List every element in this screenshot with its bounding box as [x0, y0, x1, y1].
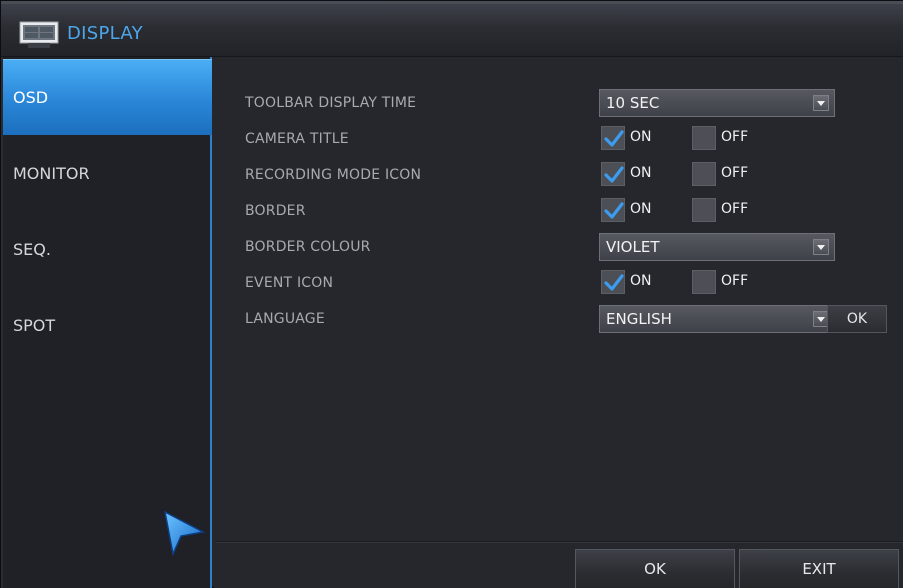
- dropdown-value: ENGLISH: [606, 310, 672, 328]
- sidebar-item-label: SEQ.: [13, 239, 51, 259]
- language-label: LANGUAGE: [245, 311, 325, 327]
- recording-mode-icon-off-checkbox[interactable]: [692, 162, 716, 186]
- event-icon-off-checkbox[interactable]: [692, 270, 716, 294]
- footer-divider: [216, 541, 903, 543]
- camera-title-on-label: ON: [630, 129, 652, 145]
- settings-panel: TOOLBAR DISPLAY TIME 10 SEC CAMERA TITLE…: [214, 57, 903, 588]
- checkmark-icon: [604, 202, 624, 219]
- sidebar-item-label: OSD: [13, 88, 49, 107]
- border-colour-select[interactable]: VIOLET: [599, 233, 835, 261]
- border-colour-row: BORDER COLOUR VIOLET: [214, 231, 903, 267]
- event-icon-on-label: ON: [630, 273, 652, 289]
- border-label: BORDER: [245, 203, 306, 219]
- event-icon-label: EVENT ICON: [245, 275, 334, 291]
- recording-mode-icon-on-checkbox[interactable]: [601, 162, 625, 186]
- title-bar: DISPLAY: [1, 1, 903, 57]
- language-select[interactable]: ENGLISH: [599, 305, 835, 333]
- event-icon-row: EVENT ICON ON OFF: [214, 267, 903, 303]
- recording-mode-icon-row: RECORDING MODE ICON ON OFF: [214, 159, 903, 195]
- toolbar-display-time-select[interactable]: 10 SEC: [599, 89, 835, 117]
- sidebar-item-label: SPOT: [13, 315, 56, 335]
- chevron-down-icon[interactable]: [813, 95, 829, 111]
- language-ok-button[interactable]: OK: [827, 305, 887, 333]
- camera-title-label: CAMERA TITLE: [245, 131, 349, 147]
- exit-button[interactable]: EXIT: [739, 549, 899, 588]
- event-icon-off-label: OFF: [721, 273, 749, 289]
- sidebar: OSD MONITOR SEQ. SPOT: [1, 57, 212, 588]
- display-settings-window: DISPLAY OSD MONITOR SEQ. SPOT TOOLBAR DI…: [0, 0, 903, 588]
- toolbar-display-time-label: TOOLBAR DISPLAY TIME: [245, 95, 417, 111]
- border-off-label: OFF: [721, 201, 749, 217]
- event-icon-on-checkbox[interactable]: [601, 270, 625, 294]
- sidebar-item-spot[interactable]: SPOT: [3, 287, 212, 363]
- recording-mode-icon-label: RECORDING MODE ICON: [245, 167, 422, 183]
- ok-button[interactable]: OK: [575, 549, 735, 588]
- dropdown-value: VIOLET: [606, 238, 660, 256]
- border-on-checkbox[interactable]: [601, 198, 625, 222]
- camera-title-on-checkbox[interactable]: [601, 126, 625, 150]
- camera-title-off-label: OFF: [721, 129, 749, 145]
- border-colour-label: BORDER COLOUR: [245, 239, 371, 255]
- checkmark-icon: [604, 274, 624, 291]
- monitor-icon: [19, 21, 59, 48]
- border-on-label: ON: [630, 201, 652, 217]
- language-row: LANGUAGE ENGLISH OK: [214, 303, 903, 339]
- camera-title-off-checkbox[interactable]: [692, 126, 716, 150]
- recording-mode-icon-on-label: ON: [630, 165, 652, 181]
- sidebar-item-label: MONITOR: [13, 163, 90, 183]
- window-title: DISPLAY: [67, 23, 143, 44]
- border-off-checkbox[interactable]: [692, 198, 716, 222]
- chevron-down-icon[interactable]: [813, 239, 829, 255]
- camera-title-row: CAMERA TITLE ON OFF: [214, 123, 903, 159]
- border-row: BORDER ON OFF: [214, 195, 903, 231]
- sidebar-item-osd[interactable]: OSD: [3, 59, 212, 135]
- checkmark-icon: [604, 166, 624, 183]
- sidebar-item-monitor[interactable]: MONITOR: [3, 135, 212, 211]
- pointer-arrow-icon: [163, 510, 205, 556]
- checkmark-icon: [604, 130, 624, 147]
- toolbar-display-time-row: TOOLBAR DISPLAY TIME 10 SEC: [214, 87, 903, 123]
- recording-mode-icon-off-label: OFF: [721, 165, 749, 181]
- dropdown-value: 10 SEC: [606, 94, 660, 112]
- sidebar-item-seq[interactable]: SEQ.: [3, 211, 212, 287]
